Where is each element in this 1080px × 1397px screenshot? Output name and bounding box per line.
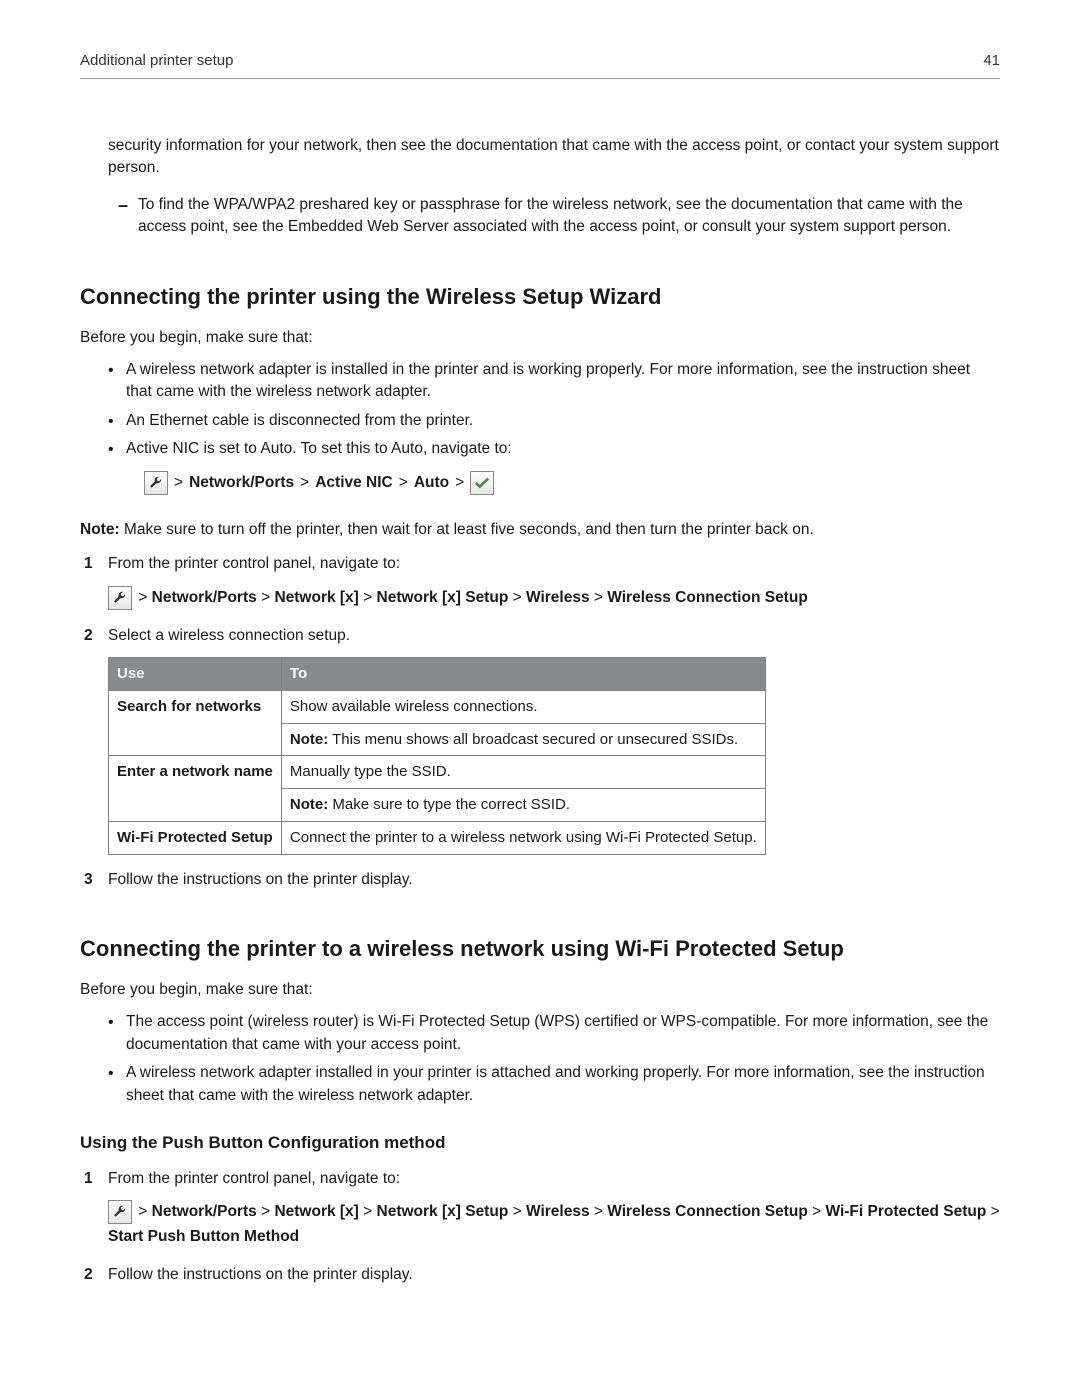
nav-part: Wireless Connection Setup [607,1204,808,1221]
subheading-push-button: Using the Push Button Configuration meth… [80,1131,1000,1156]
nav-separator: > [399,472,408,494]
wrench-icon [144,471,168,495]
note-rest: This menu shows all broadcast secured or… [328,731,738,748]
nav-part: Network/Ports [189,472,294,494]
step-number: 1 [84,1168,93,1190]
nav-part: Network [x] Setup [377,1204,509,1221]
steps-list-1: 1 From the printer control panel, naviga… [80,553,1000,891]
cell-line: Manually type the SSID. [290,761,757,783]
nav-part: Active NIC [315,472,393,494]
step-item: 1 From the printer control panel, naviga… [80,1168,1000,1250]
nav-separator: > [174,472,183,494]
note-block: Note: Make sure to turn off the printer,… [80,519,1000,541]
bullet-text: The access point (wireless router) is Wi… [126,1013,988,1052]
nav-separator: > [455,472,464,494]
bullet-item: An Ethernet cable is disconnected from t… [108,410,1000,432]
note-label: Note: [290,796,328,813]
connection-options-table: Use To Search for networks Show availabl… [108,657,766,855]
section-heading-wps: Connecting the printer to a wireless net… [80,933,1000,965]
dash-marker-icon: – [118,194,138,239]
table-header-use: Use [109,658,282,691]
bullet-text: Active NIC is set to Auto. To set this t… [126,440,512,457]
step-text: Follow the instructions on the printer d… [108,1266,413,1283]
step-item: 2 Select a wireless connection setup. Us… [80,625,1000,855]
nav-part: Network/Ports [152,589,257,606]
nav-part: Network [x] [274,1204,358,1221]
nav-part: Wi-Fi Protected Setup [825,1204,986,1221]
table-cell-to: Connect the printer to a wireless networ… [281,821,765,854]
table-cell-to: Show available wireless connections. Not… [281,690,765,756]
bullet-item: A wireless network adapter is installed … [108,359,1000,404]
step-text: Follow the instructions on the printer d… [108,871,413,888]
steps-list-2: 1 From the printer control panel, naviga… [80,1168,1000,1287]
table-cell-to: Manually type the SSID. Note: Make sure … [281,756,765,822]
cell-line: Note: Make sure to type the correct SSID… [282,788,765,816]
bullet-text: A wireless network adapter installed in … [126,1064,985,1103]
cell-line: Connect the printer to a wireless networ… [290,827,757,849]
bullets-list-1: A wireless network adapter is installed … [108,359,1000,495]
intro-paragraph: security information for your network, t… [108,135,1000,180]
table-header-to: To [281,658,765,691]
wrench-icon [108,586,132,610]
header-title: Additional printer setup [80,50,233,72]
dash-list-item: – To find the WPA/WPA2 preshared key or … [118,194,1000,239]
step-text: From the printer control panel, navigate… [108,555,400,572]
nav-part: Network [x] Setup [377,589,509,606]
nav-separator: > [300,472,309,494]
table-cell-use: Search for networks [109,690,282,756]
dash-item-text: To find the WPA/WPA2 preshared key or pa… [138,194,1000,239]
document-page: Additional printer setup 41 security inf… [0,0,1080,1397]
nav-part: Wireless [526,1204,590,1221]
note-label: Note: [290,731,328,748]
table-row: Enter a network name Manually type the S… [109,756,766,822]
step-number: 1 [84,553,93,575]
table-row: Wi-Fi Protected Setup Connect the printe… [109,821,766,854]
table-row: Search for networks Show available wirel… [109,690,766,756]
nav-part: Auto [414,472,449,494]
bullets-list-2: The access point (wireless router) is Wi… [108,1011,1000,1107]
bullet-text: An Ethernet cable is disconnected from t… [126,412,473,429]
before-you-begin-2: Before you begin, make sure that: [80,979,1000,1001]
nav-path-auto: > Network/Ports > Active NIC > Auto > [144,471,1000,495]
intro-block: security information for your network, t… [108,135,1000,239]
bullet-item: Active NIC is set to Auto. To set this t… [108,438,1000,494]
nav-part: Wireless [526,589,590,606]
nav-part: Network [x] [274,589,358,606]
table-cell-use: Wi-Fi Protected Setup [109,821,282,854]
note-rest: Make sure to type the correct SSID. [328,796,570,813]
table-header-row: Use To [109,658,766,691]
section-heading-wizard: Connecting the printer using the Wireles… [80,281,1000,313]
cell-line: Show available wireless connections. [290,696,757,718]
step-number: 2 [84,625,93,647]
nav-path-push-button: > Network/Ports > Network [x] > Network … [108,1200,1000,1250]
nav-part: Wireless Connection Setup [607,589,808,606]
page-header: Additional printer setup 41 [80,50,1000,79]
nav-part: Start Push Button Method [108,1228,299,1245]
step-number: 3 [84,869,93,891]
nav-part: Network/Ports [152,1204,257,1221]
bullet-text: A wireless network adapter is installed … [126,361,970,400]
note-text: Make sure to turn off the printer, then … [120,521,814,538]
step-text: Select a wireless connection setup. [108,627,350,644]
cell-line: Note: This menu shows all broadcast secu… [282,723,765,751]
step-text: From the printer control panel, navigate… [108,1170,400,1187]
step-item: 2 Follow the instructions on the printer… [80,1264,1000,1286]
step-item: 1 From the printer control panel, naviga… [80,553,1000,610]
wrench-icon [108,1200,132,1224]
before-you-begin-1: Before you begin, make sure that: [80,327,1000,349]
table-cell-use: Enter a network name [109,756,282,822]
step-item: 3 Follow the instructions on the printer… [80,869,1000,891]
note-label: Note: [80,521,120,538]
checkmark-icon [470,471,494,495]
bullet-item: The access point (wireless router) is Wi… [108,1011,1000,1056]
nav-path-setup: > Network/Ports > Network [x] > Network … [108,586,1000,611]
page-number: 41 [983,50,1000,72]
bullet-item: A wireless network adapter installed in … [108,1062,1000,1107]
step-number: 2 [84,1264,93,1286]
